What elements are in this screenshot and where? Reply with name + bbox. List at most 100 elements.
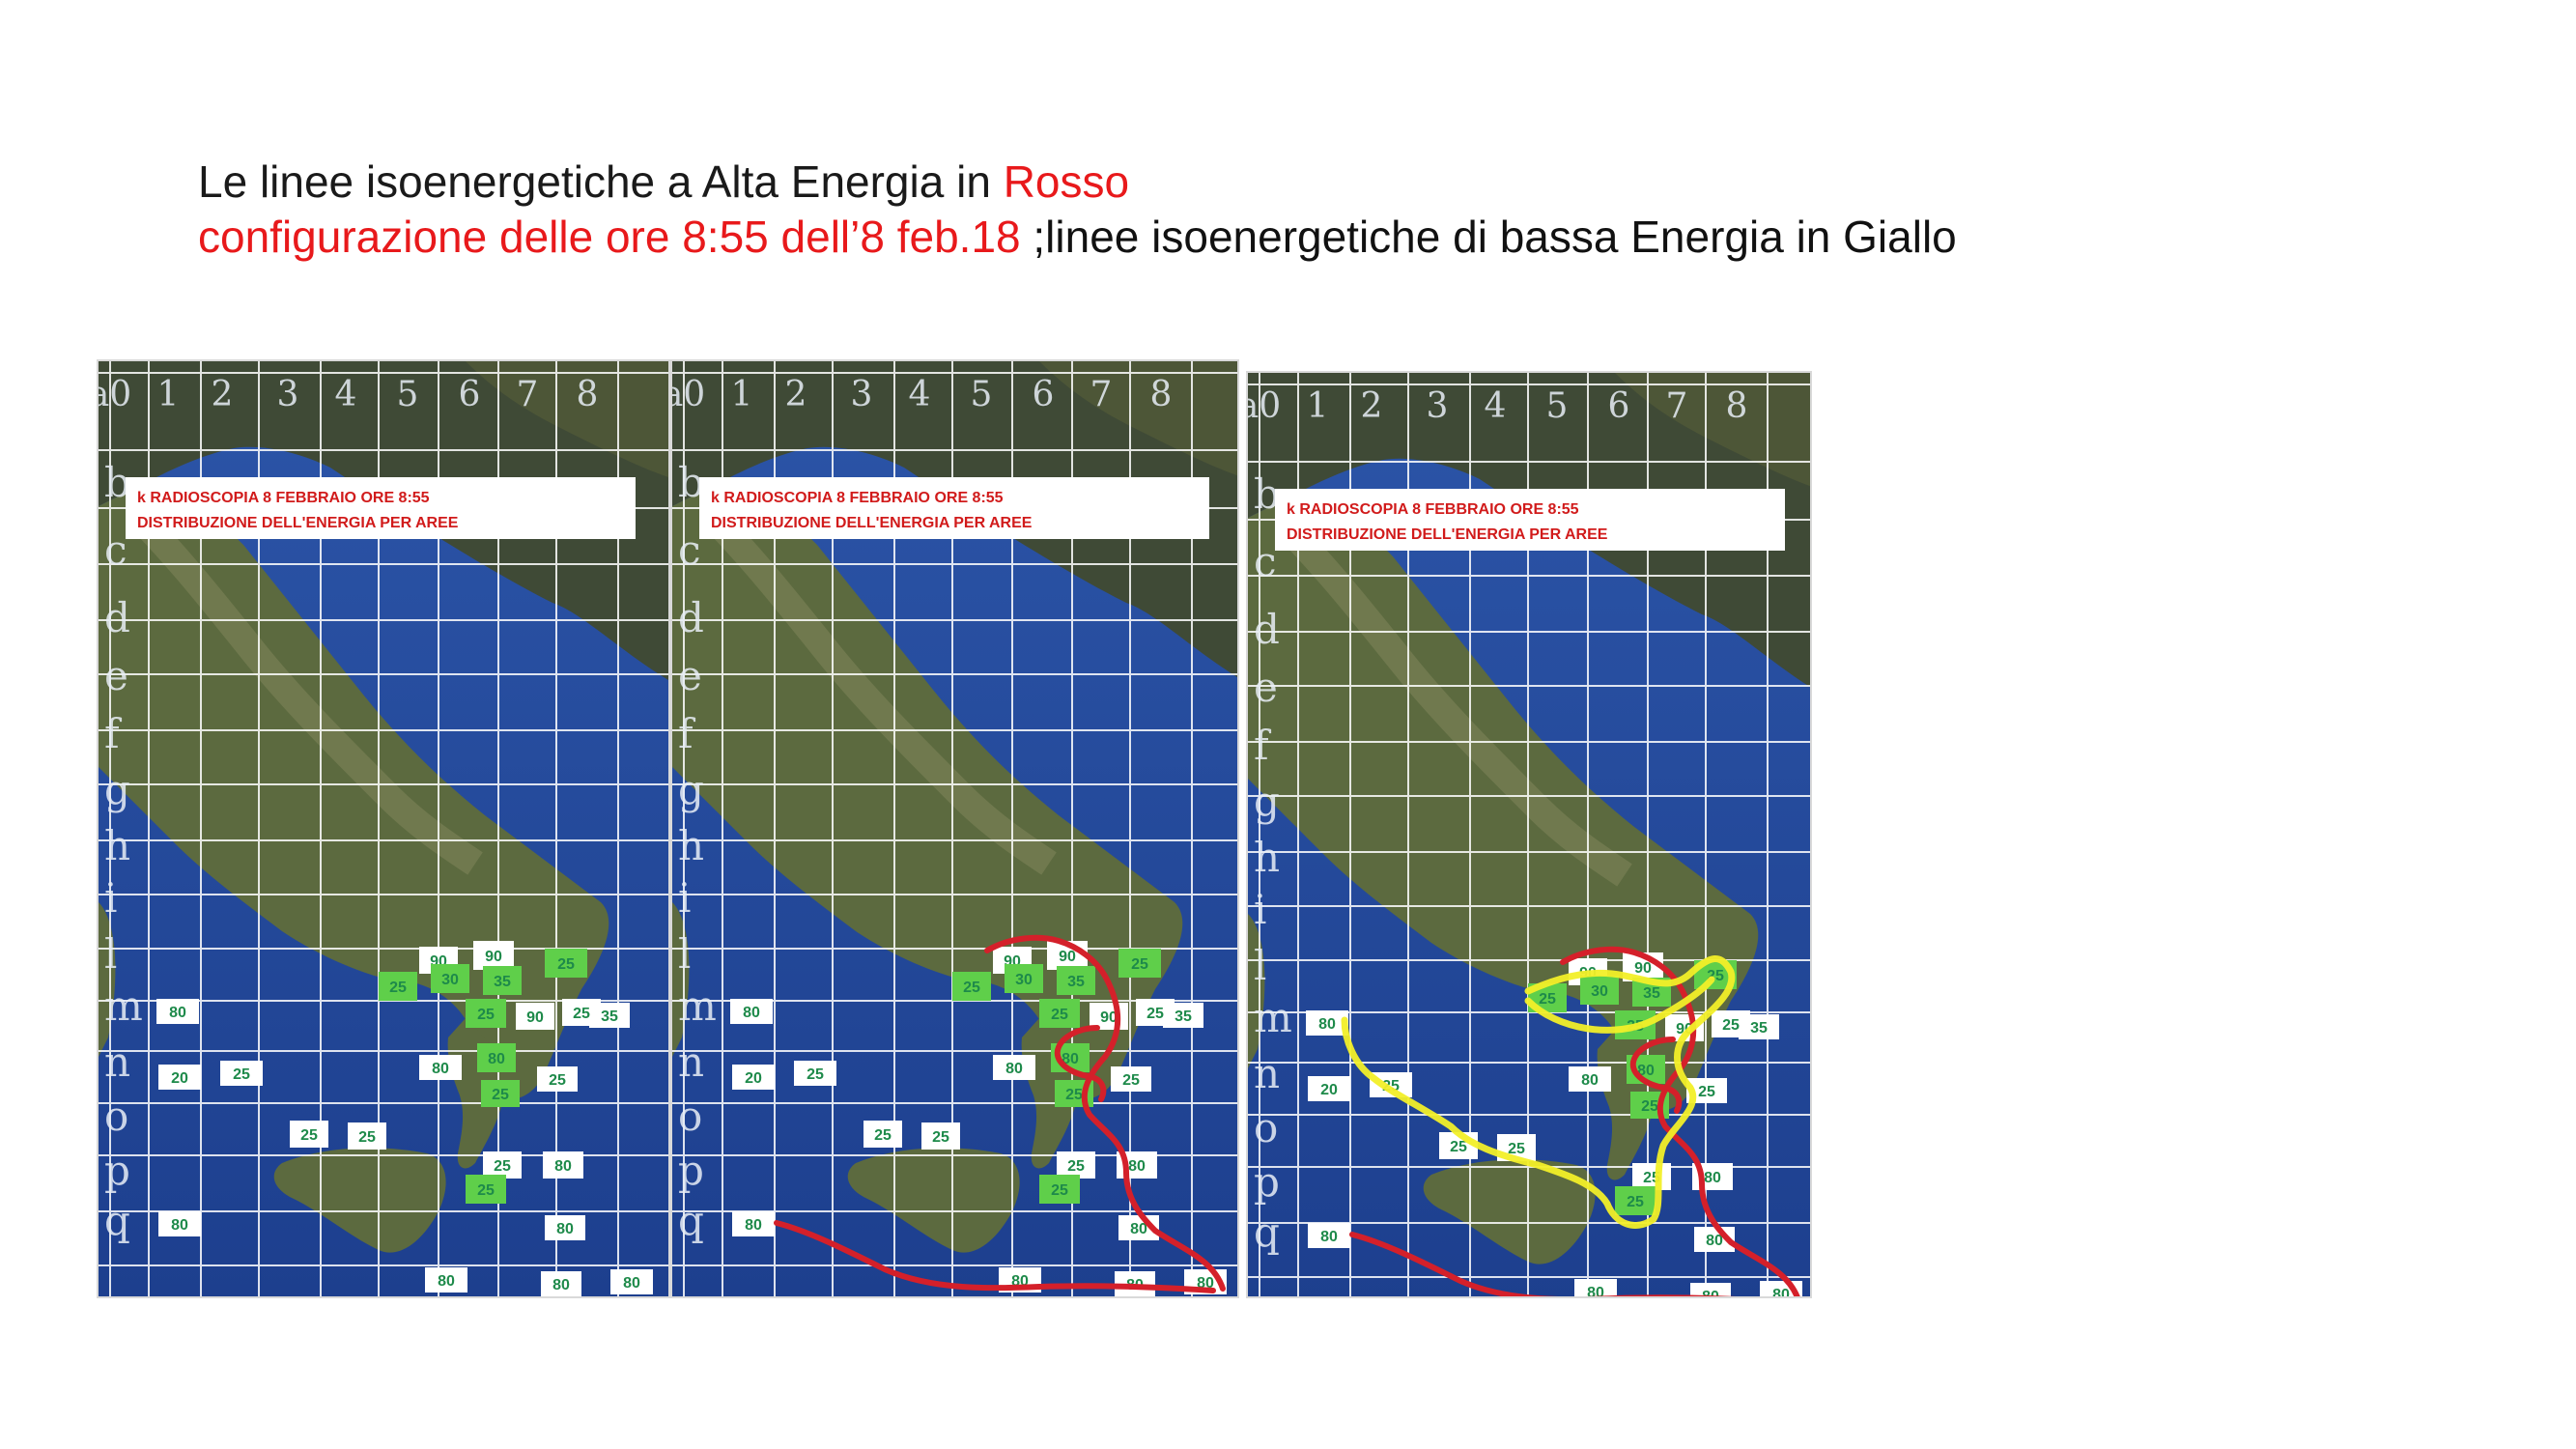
column-label: 4 [909,375,931,414]
svg-text:90: 90 [1059,949,1076,965]
energy-label: 25 [290,1121,328,1148]
energy-label: 25 [379,972,417,1001]
energy-label: 25 [537,1066,578,1092]
energy-label: 80 [730,999,773,1024]
energy-label: 25 [481,1080,520,1107]
title-line-2-red: configurazione delle ore 8:55 dell’8 feb… [198,212,1033,262]
map-image-1: a012345678bcdefghilmnopqk RADIOSCOPIA 8 … [99,361,668,1296]
svg-text:35: 35 [494,974,511,990]
svg-text:80: 80 [488,1051,505,1067]
svg-text:25: 25 [932,1129,949,1146]
row-label: h [104,822,130,869]
column-label: 8 [577,375,599,414]
column-label: 3 [277,375,299,414]
svg-text:30: 30 [1015,972,1033,988]
energy-label: 25 [1712,1010,1750,1037]
row-label: c [678,526,701,574]
caption-line-2: DISTRIBUZIONE DELL'ENERGIA PER AREE [711,515,1033,531]
column-label: 6 [459,375,481,414]
map-image-3: a012345678bcdefghilmnopqk RADIOSCOPIA 8 … [1248,373,1810,1298]
row-label: i [1254,886,1266,933]
svg-text:90: 90 [485,949,502,965]
svg-text:25: 25 [557,956,575,973]
row-label: n [104,1038,130,1086]
column-label: 2 [1361,386,1383,426]
map-panel-3: a012345678bcdefghilmnopqk RADIOSCOPIA 8 … [1246,371,1812,1298]
svg-text:25: 25 [1065,1087,1083,1103]
svg-text:80: 80 [1772,1287,1790,1298]
row-label: o [1254,1104,1278,1151]
map-panel-1: a012345678bcdefghilmnopqk RADIOSCOPIA 8 … [97,359,670,1298]
energy-label: 30 [1580,976,1619,1005]
column-label: 1 [731,375,753,414]
energy-label: 30 [1005,964,1043,993]
energy-label: 80 [1569,1066,1611,1092]
column-label: a0 [1248,386,1281,426]
svg-text:35: 35 [1643,985,1660,1002]
svg-text:80: 80 [1320,1229,1338,1245]
row-label: q [1254,1208,1280,1256]
energy-label: 25 [952,972,991,1001]
svg-text:25: 25 [1122,1072,1140,1089]
energy-label: 25 [794,1061,836,1086]
column-label: 7 [517,375,539,414]
energy-label: 25 [1632,1163,1671,1190]
svg-text:25: 25 [1722,1017,1740,1034]
svg-text:80: 80 [623,1275,640,1292]
svg-text:25: 25 [1627,1194,1644,1210]
svg-text:25: 25 [494,1158,511,1175]
row-label: o [104,1093,128,1140]
row-label: p [1254,1158,1280,1206]
title-line-1: Le linee isoenergetiche a Alta Energia i… [198,155,1957,209]
row-label: m [104,982,143,1030]
svg-text:25: 25 [1051,1182,1068,1199]
svg-text:30: 30 [1591,983,1608,1000]
column-label: 1 [1307,386,1329,426]
svg-text:25: 25 [492,1087,509,1103]
row-label: e [678,652,702,699]
energy-label: 90 [516,1003,554,1030]
row-label: n [1254,1050,1280,1097]
svg-text:80: 80 [1581,1072,1599,1089]
row-label: e [104,652,128,699]
column-label: a0 [99,375,131,414]
energy-label: 20 [732,1065,775,1090]
svg-text:35: 35 [601,1009,618,1025]
svg-text:25: 25 [300,1127,318,1144]
row-label: o [678,1093,702,1140]
column-label: 8 [1726,386,1748,426]
svg-text:25: 25 [1067,1158,1085,1175]
slide-title: Le linee isoenergetiche a Alta Energia i… [198,155,1957,265]
row-label: n [678,1038,704,1086]
row-label: d [1254,606,1280,653]
title-red-word: Rosso [1003,156,1130,207]
column-label: 8 [1150,375,1173,414]
column-label: a0 [672,375,705,414]
energy-label: 25 [220,1061,263,1086]
energy-label: 25 [466,1175,506,1204]
energy-label: 80 [477,1043,516,1072]
column-label: 5 [971,375,993,414]
column-label: 7 [1666,386,1688,426]
energy-label: 80 [419,1055,462,1080]
svg-text:35: 35 [1175,1009,1192,1025]
column-label: 4 [1485,386,1507,426]
column-label: 3 [1427,386,1449,426]
row-label: p [104,1147,130,1194]
svg-text:25: 25 [1131,956,1148,973]
map-image-2: a012345678bcdefghilmnopqk RADIOSCOPIA 8 … [672,361,1237,1296]
svg-text:25: 25 [573,1006,590,1022]
svg-text:80: 80 [438,1273,455,1290]
svg-text:80: 80 [554,1158,572,1175]
svg-text:25: 25 [358,1129,376,1146]
svg-text:25: 25 [807,1066,824,1083]
row-label: h [678,822,704,869]
svg-text:80: 80 [1128,1158,1146,1175]
energy-label: 80 [543,1151,583,1179]
energy-label: 25 [921,1122,960,1150]
column-label: 5 [397,375,419,414]
energy-label: 80 [610,1269,653,1294]
energy-label: 80 [425,1267,467,1293]
row-label: p [678,1147,704,1194]
row-label: e [1254,664,1278,711]
